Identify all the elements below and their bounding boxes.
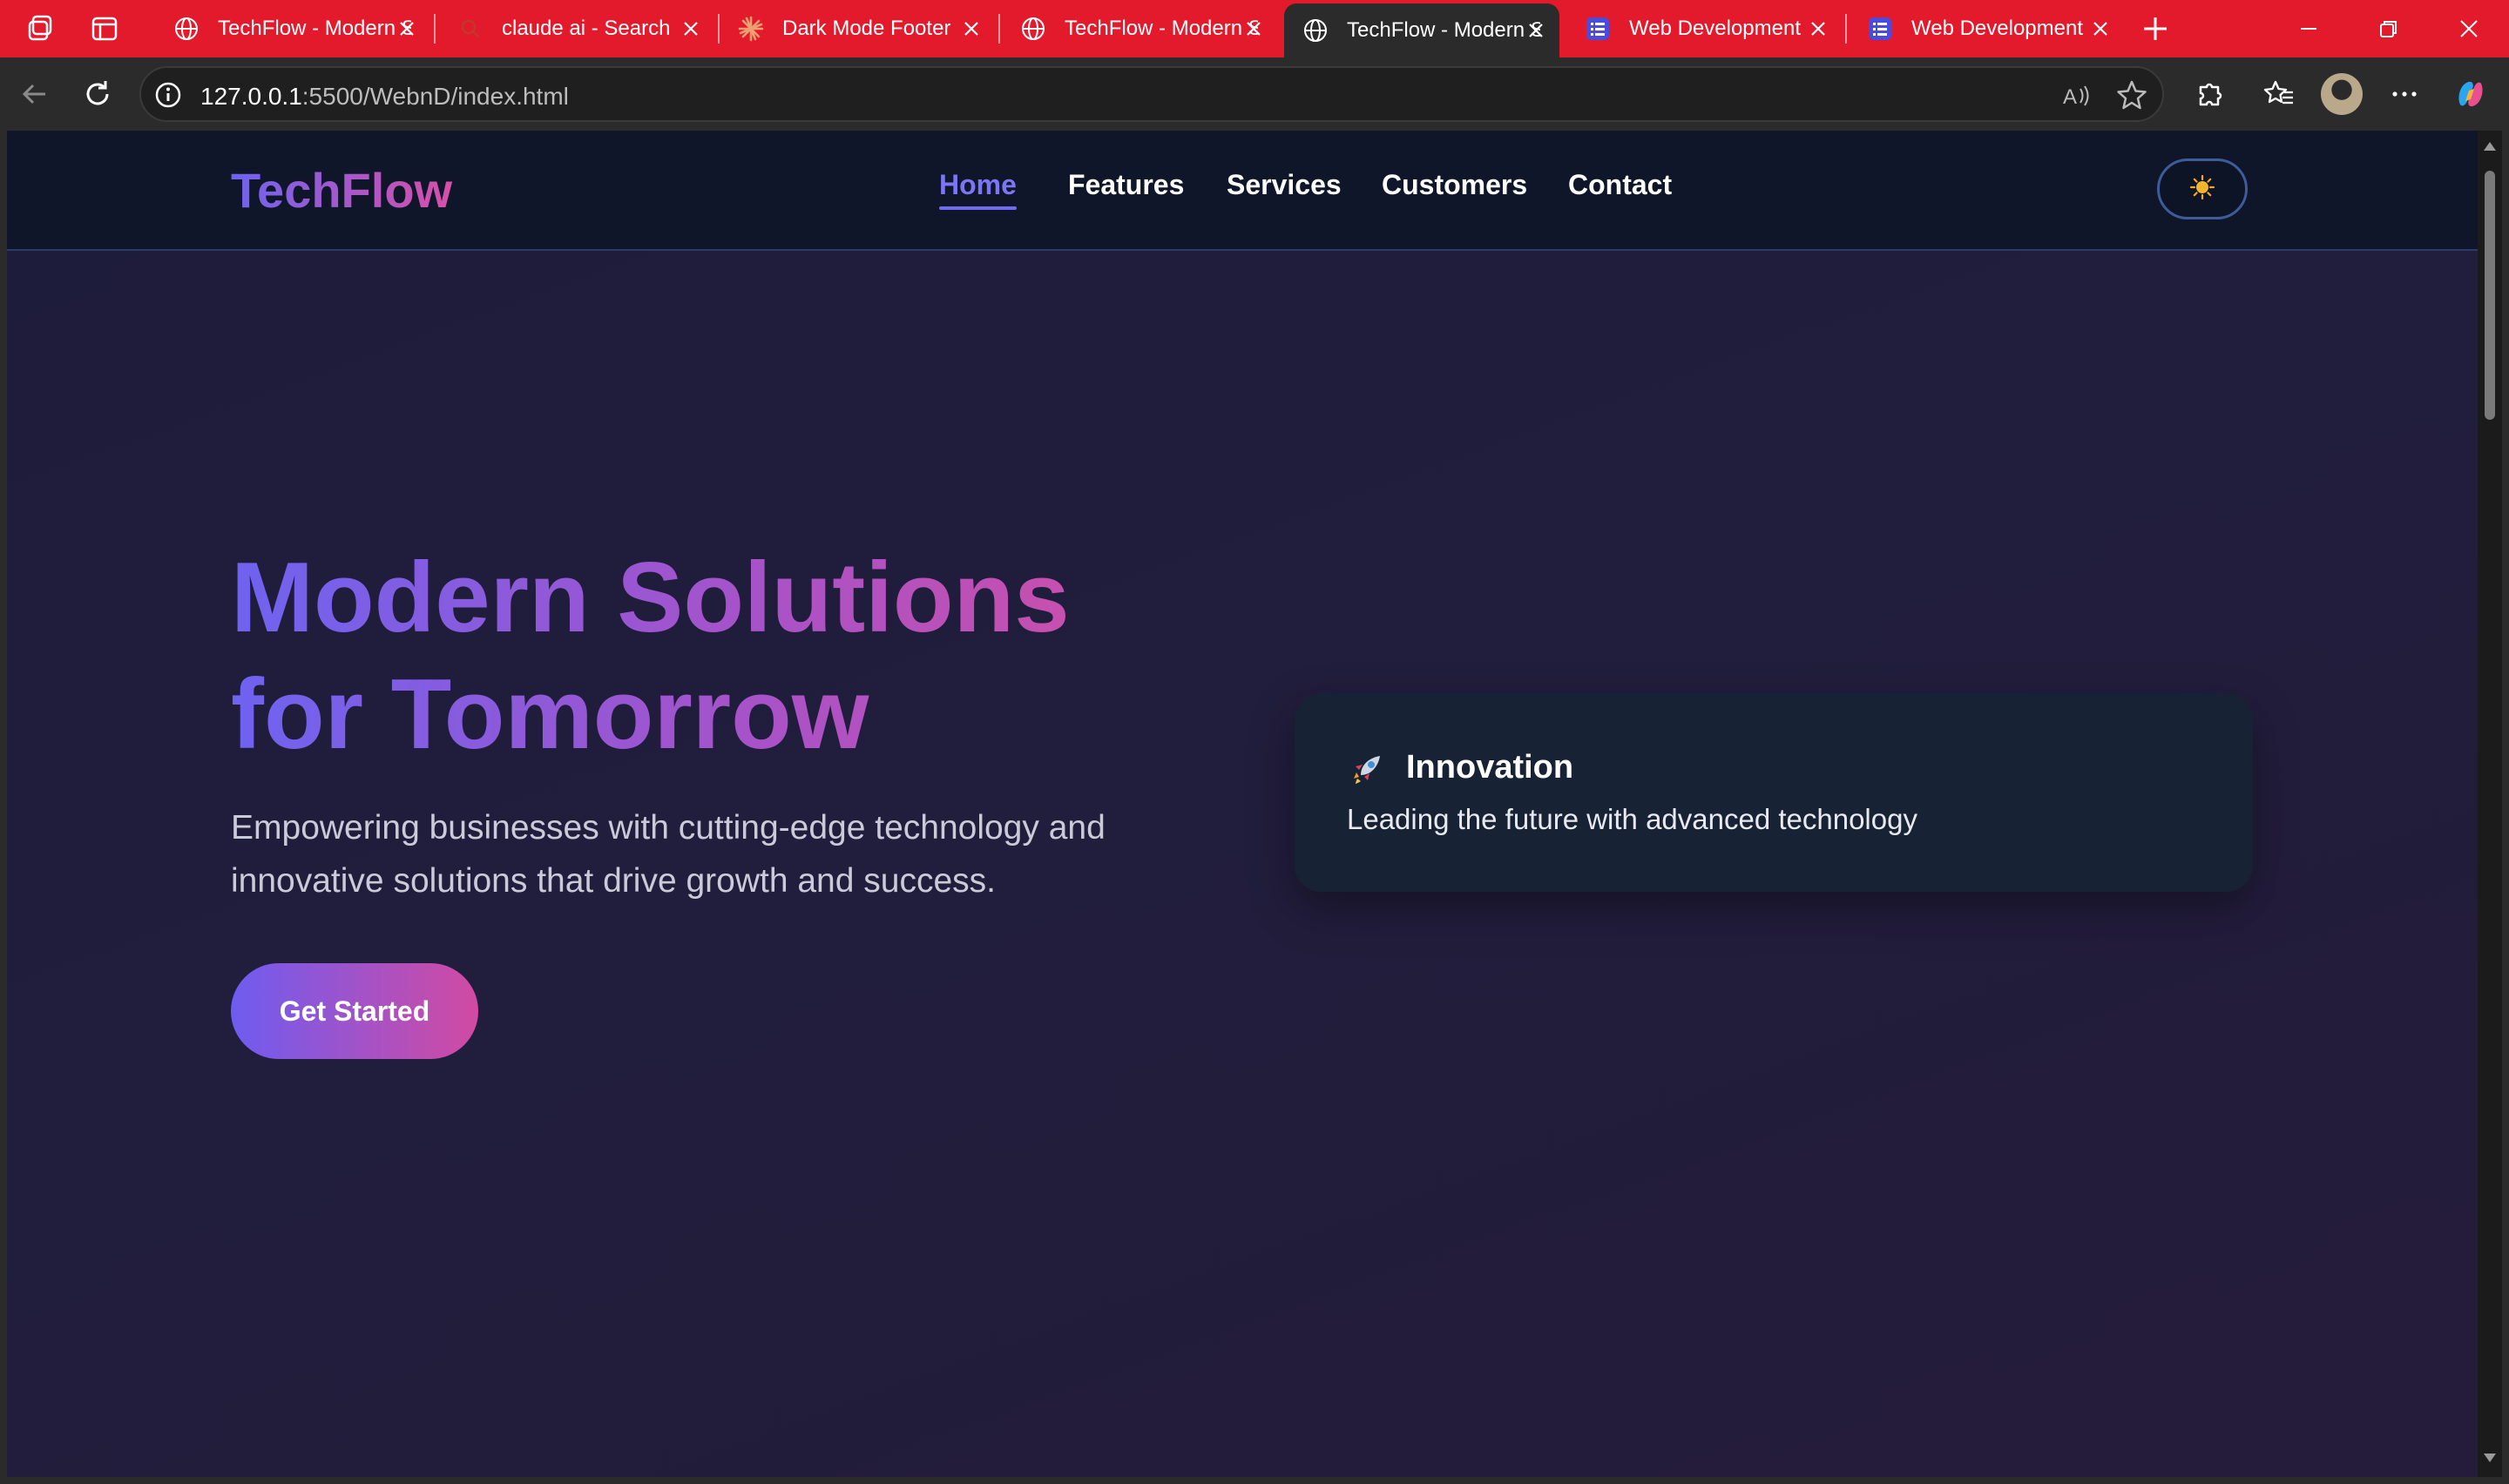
browser-tab[interactable]: Dark Mode Footer (720, 0, 995, 57)
scroll-thumb[interactable] (2485, 171, 2495, 420)
theme-toggle-button[interactable] (2157, 159, 2248, 219)
minimize-button[interactable] (2269, 0, 2349, 57)
rocket-icon (1347, 751, 1385, 789)
browser-toolbar: 127.0.0.1:5500/WebnD/index.html A (0, 57, 2509, 131)
close-tab-icon[interactable] (1242, 17, 1265, 40)
hero-title: Modern Solutions for Tomorrow (231, 540, 1189, 773)
tab-title: Web Development (1629, 17, 1801, 40)
new-tab-button[interactable] (2138, 11, 2173, 46)
more-menu-icon[interactable] (2385, 75, 2424, 113)
scroll-up-arrow-icon[interactable] (2483, 139, 2497, 153)
globe-icon (172, 15, 200, 43)
tab-title: Dark Mode Footer (782, 17, 951, 40)
nav-customers[interactable]: Customers (1382, 169, 1527, 201)
site-logo[interactable]: TechFlow (231, 162, 452, 219)
refresh-button[interactable] (78, 75, 117, 113)
url-path: :5500/WebnD/index.html (301, 83, 569, 110)
vertical-tabs-icon[interactable] (87, 11, 122, 46)
browser-tab[interactable]: claude ai - Search (439, 0, 714, 57)
tab-title: Web Development (1911, 17, 2083, 40)
list-icon (1584, 15, 1612, 43)
workspaces-icon[interactable] (23, 11, 57, 46)
nav-features[interactable]: Features (1068, 169, 1184, 201)
tab-title: TechFlow - Modern Solutions (218, 17, 411, 40)
extensions-icon[interactable] (2190, 75, 2228, 113)
close-tab-icon[interactable] (396, 17, 418, 40)
browser-tab[interactable]: TechFlow - Modern Solutions (1284, 3, 1559, 57)
close-tab-icon[interactable] (2089, 17, 2112, 40)
card-title: Innovation (1406, 749, 1574, 786)
favorite-star-icon[interactable] (2115, 78, 2148, 111)
scroll-down-arrow-icon[interactable] (2483, 1451, 2497, 1465)
tab-separator (998, 14, 1000, 44)
site-navbar: TechFlow Home Features Services Customer… (7, 131, 2478, 251)
url-text: 127.0.0.1:5500/WebnD/index.html (200, 83, 569, 111)
copilot-icon[interactable] (2452, 75, 2490, 113)
sun-icon (2189, 174, 2215, 205)
list-icon (1866, 15, 1894, 43)
get-started-button[interactable]: Get Started (231, 963, 478, 1059)
tab-title: TechFlow - Modern Solutions (1347, 18, 1540, 42)
profile-avatar[interactable] (2321, 73, 2363, 115)
url-host: 127.0.0.1 (200, 83, 302, 110)
window-frame-right (2502, 131, 2509, 1484)
address-bar[interactable]: 127.0.0.1:5500/WebnD/index.html A (139, 66, 2164, 122)
card-text: Leading the future with advanced technol… (1347, 803, 1917, 835)
tab-title: claude ai - Search (502, 17, 671, 40)
nav-services[interactable]: Services (1227, 169, 1342, 201)
tab-separator (1845, 14, 1847, 44)
close-tab-icon[interactable] (680, 17, 702, 40)
close-tab-icon[interactable] (1525, 19, 1547, 42)
read-aloud-icon[interactable]: A (2061, 80, 2093, 111)
tab-title: TechFlow - Modern Solutions (1065, 17, 1258, 40)
browser-tab[interactable]: Web Development (1849, 0, 2124, 57)
back-button[interactable] (16, 75, 54, 113)
site-info-icon[interactable] (153, 80, 183, 110)
restore-button[interactable] (2349, 0, 2429, 57)
browser-tab[interactable]: Web Development (1566, 0, 1842, 57)
claude-icon (737, 15, 765, 43)
close-window-button[interactable] (2429, 0, 2509, 57)
globe-icon (1302, 17, 1329, 44)
close-tab-icon[interactable] (1807, 17, 1829, 40)
nav-home[interactable]: Home (939, 169, 1017, 210)
globe-icon (1019, 15, 1047, 43)
favorites-icon[interactable] (2260, 75, 2298, 113)
browser-tab-strip: TechFlow - Modern Solutions claude ai - S… (0, 0, 2509, 57)
tab-separator (434, 14, 436, 44)
page-viewport: TechFlow Home Features Services Customer… (7, 131, 2478, 1477)
page-scrollbar[interactable] (2478, 131, 2502, 1477)
nav-contact[interactable]: Contact (1568, 169, 1672, 201)
window-frame-bottom (0, 1477, 2509, 1484)
hero-subtitle: Empowering businesses with cutting-edge … (231, 809, 1106, 900)
svg-text:A: A (2063, 85, 2077, 109)
search-icon (456, 15, 484, 43)
close-tab-icon[interactable] (960, 17, 983, 40)
browser-tab[interactable]: TechFlow - Modern Solutions (1002, 0, 1277, 57)
window-frame-left (0, 131, 7, 1484)
innovation-card: Innovation Leading the future with advan… (1295, 693, 2253, 892)
browser-tab[interactable]: TechFlow - Modern Solutions (155, 0, 430, 57)
